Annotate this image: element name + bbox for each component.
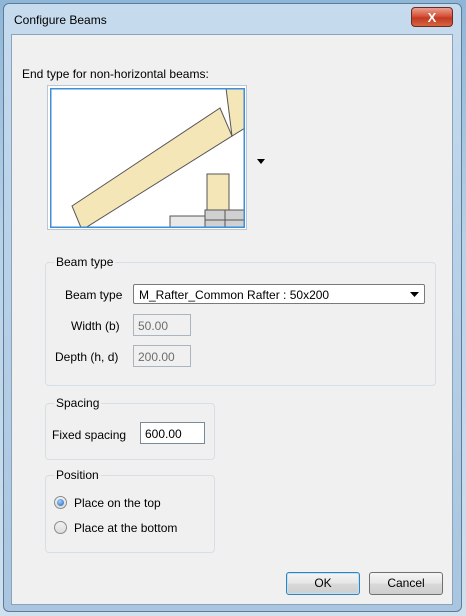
place-at-bottom-label[interactable]: Place at the bottom	[74, 521, 177, 535]
place-on-top-label[interactable]: Place on the top	[74, 496, 161, 510]
window-title: Configure Beams	[14, 13, 107, 27]
width-label: Width (b)	[71, 319, 120, 333]
close-button[interactable]: X	[411, 7, 453, 27]
position-group-title: Position	[54, 468, 101, 482]
spacing-group-title: Spacing	[54, 396, 102, 410]
width-field: 50.00	[133, 314, 191, 336]
fixed-spacing-input[interactable]: 600.00	[140, 422, 205, 444]
beam-type-select[interactable]: M_Rafter_Common Rafter : 50x200	[133, 284, 425, 304]
beam-type-value: M_Rafter_Common Rafter : 50x200	[139, 288, 330, 302]
depth-field: 200.00	[133, 345, 191, 367]
fixed-spacing-value: 600.00	[145, 427, 182, 441]
beam-end-illustration	[50, 88, 245, 228]
chevron-down-icon	[410, 292, 419, 297]
cancel-button[interactable]: Cancel	[369, 572, 443, 595]
preview-dropdown-arrow-icon[interactable]	[255, 155, 267, 167]
dialog-body: End type for non-horizontal beams: Beam …	[11, 34, 453, 605]
depth-value: 200.00	[138, 350, 175, 364]
place-on-top-radio[interactable]	[54, 496, 67, 509]
configure-beams-dialog: Configure Beams X End type for non-horiz…	[3, 3, 462, 612]
title-bar[interactable]: Configure Beams X	[4, 4, 461, 34]
beam-type-group-title: Beam type	[54, 255, 116, 269]
fixed-spacing-label: Fixed spacing	[52, 428, 127, 442]
beam-type-label: Beam type	[65, 288, 123, 302]
close-icon: X	[427, 9, 437, 25]
depth-label: Depth (h, d)	[55, 350, 119, 364]
end-type-preview[interactable]	[47, 85, 247, 230]
width-value: 50.00	[138, 319, 169, 333]
end-type-label: End type for non-horizontal beams:	[22, 67, 209, 81]
position-group: Position	[45, 468, 215, 553]
place-at-bottom-radio[interactable]	[54, 521, 67, 534]
ok-button[interactable]: OK	[286, 572, 360, 595]
